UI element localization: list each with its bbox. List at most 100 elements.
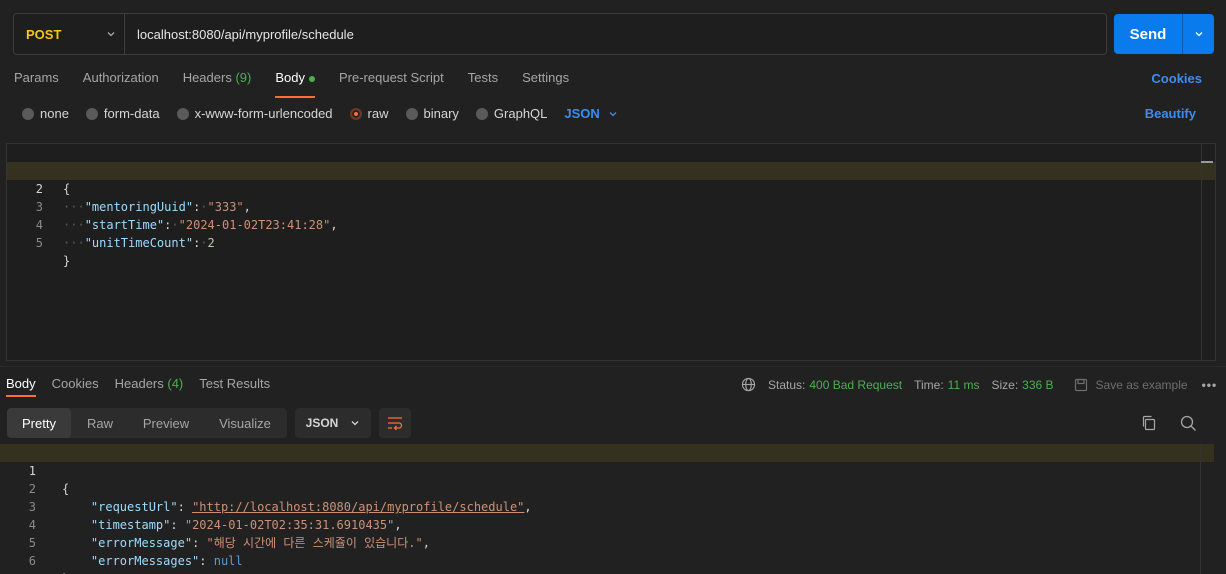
tab-headers-label: Headers [182, 70, 232, 85]
tab-settings[interactable]: Settings [522, 70, 569, 92]
copy-icon[interactable] [1141, 415, 1157, 431]
response-body-viewer[interactable]: 1 { 2 "requestUrl": "http://localhost:80… [0, 444, 1214, 574]
tab-response-cookies[interactable]: Cookies [52, 376, 99, 391]
radio-none[interactable]: none [22, 106, 69, 121]
search-icon[interactable] [1180, 415, 1197, 432]
view-preview[interactable]: Preview [129, 408, 203, 438]
method-select[interactable]: POST [14, 14, 125, 54]
radio-circle [405, 107, 418, 120]
editor-line: 3 ···"startTime":·"2024-01-02T23:41:28", [7, 180, 1215, 232]
response-scrollbar[interactable] [1200, 444, 1201, 574]
request-body-editor[interactable]: 1 { 2 ···"mentoringUuid":·"333", 3 ···"s… [6, 143, 1216, 361]
viewer-line-current: 1 { [0, 444, 1214, 496]
json-key: "unitTimeCount" [84, 236, 194, 250]
size-value[interactable]: 336 B [1022, 378, 1053, 392]
raw-format-label: JSON [564, 106, 600, 121]
radio-circle [22, 107, 34, 120]
chevron-down-icon [1195, 32, 1202, 37]
tab-body[interactable]: Body [275, 70, 315, 98]
tab-test-results[interactable]: Test Results [199, 376, 270, 391]
editor-scrollbar[interactable] [1201, 144, 1215, 360]
radio-binary[interactable]: binary [405, 106, 459, 121]
chevron-down-icon [107, 32, 115, 37]
json-value: null [213, 554, 243, 568]
radio-circle [85, 107, 98, 120]
panel-divider[interactable] [0, 366, 1226, 367]
status-value[interactable]: 400 Bad Request [809, 378, 902, 392]
code-text: } [63, 254, 71, 268]
save-as-example-button[interactable]: Save as example [1074, 378, 1188, 392]
view-mode-tabs: Pretty Raw Preview Visualize [7, 408, 287, 438]
response-headers-count: (4) [167, 376, 184, 391]
tab-prerequest-script[interactable]: Pre-request Script [339, 70, 444, 92]
headers-count: (9) [235, 70, 252, 85]
response-format-select[interactable]: JSON [295, 408, 371, 438]
code-text: } [62, 570, 69, 574]
request-url-bar: POST localhost:8080/api/myprofile/schedu… [13, 13, 1107, 55]
radio-graphql[interactable]: GraphQL [475, 106, 548, 121]
radio-circle [176, 107, 189, 120]
method-label: POST [26, 26, 62, 42]
radio-urlencoded[interactable]: x-www-form-urlencoded [176, 106, 333, 121]
editor-line: 4 ···"unitTimeCount":·2 [7, 198, 1215, 250]
radio-label: binary [423, 106, 459, 121]
response-tabs: Body Cookies Headers (4) Test Results [6, 376, 286, 397]
line-number: 5 [35, 236, 43, 250]
tab-tests[interactable]: Tests [468, 70, 498, 92]
viewer-line: 2 "requestUrl": "http://localhost:8080/a… [0, 462, 1214, 514]
size-label: Size: [991, 377, 1019, 392]
save-label: Save as example [1095, 377, 1188, 392]
wrap-lines-button[interactable] [379, 408, 411, 438]
viewer-line: 4 "errorMessage": "해당 시간에 다른 스케쥴이 있습니다."… [0, 498, 1214, 550]
url-input[interactable]: localhost:8080/api/myprofile/schedule [125, 27, 354, 42]
radio-label: x-www-form-urlencoded [194, 106, 333, 121]
more-options-icon[interactable]: ••• [1202, 378, 1218, 392]
response-format-label: JSON [305, 416, 339, 430]
tab-body-label: Body [275, 70, 305, 85]
time-value[interactable]: 11 ms [948, 378, 980, 392]
globe-icon[interactable] [741, 377, 756, 392]
send-options-button[interactable] [1182, 14, 1214, 54]
request-tabs: Params Authorization Headers (9) Body Pr… [14, 70, 593, 98]
indent-dots: ··· [63, 236, 85, 250]
radio-label: form-data [103, 106, 160, 121]
tab-params[interactable]: Params [14, 70, 59, 92]
view-pretty[interactable]: Pretty [7, 408, 71, 438]
body-indicator-dot [308, 75, 315, 82]
scrollbar-thumb[interactable] [1201, 161, 1213, 163]
save-icon [1074, 378, 1087, 391]
wrap-lines-icon [388, 417, 403, 430]
raw-format-select[interactable]: JSON [564, 106, 617, 121]
editor-line: 1 { [7, 144, 1215, 196]
tab-authorization[interactable]: Authorization [83, 70, 159, 92]
time-label: Time: [914, 377, 944, 392]
viewer-line: 6 } [0, 534, 1214, 574]
beautify-button[interactable]: Beautify [1145, 106, 1196, 121]
cookies-link[interactable]: Cookies [1151, 71, 1202, 86]
line-number: 6 [28, 554, 36, 568]
radio-label: GraphQL [493, 106, 548, 121]
response-status-bar: Status: 400 Bad Request Time: 11 ms Size: 3… [741, 377, 1217, 392]
json-key: "errorMessages" [90, 554, 200, 568]
editor-line: 5 } [7, 216, 1215, 268]
tab-response-headers[interactable]: Headers (4) [115, 376, 184, 391]
status-label: Status: [768, 377, 806, 392]
radio-label: raw [367, 106, 389, 121]
radio-form-data[interactable]: form-data [85, 106, 160, 121]
chevron-down-icon [609, 111, 617, 116]
radio-circle-selected [349, 107, 362, 120]
view-visualize[interactable]: Visualize [203, 408, 287, 438]
json-value: 2 [207, 236, 215, 250]
radio-raw[interactable]: raw [349, 106, 389, 121]
tab-headers[interactable]: Headers (9) [183, 70, 252, 92]
tab-response-headers-label: Headers [114, 376, 164, 391]
chevron-down-icon [351, 421, 359, 426]
viewer-line: 5 "errorMessages": null [0, 516, 1214, 568]
radio-label: none [40, 106, 69, 121]
send-button[interactable]: Send [1114, 14, 1214, 54]
tab-response-body[interactable]: Body [6, 376, 36, 397]
editor-line-current: 2 ···"mentoringUuid":·"333", [7, 162, 1215, 214]
radio-circle [475, 107, 488, 120]
view-raw[interactable]: Raw [71, 408, 129, 438]
send-label: Send [1129, 25, 1167, 43]
